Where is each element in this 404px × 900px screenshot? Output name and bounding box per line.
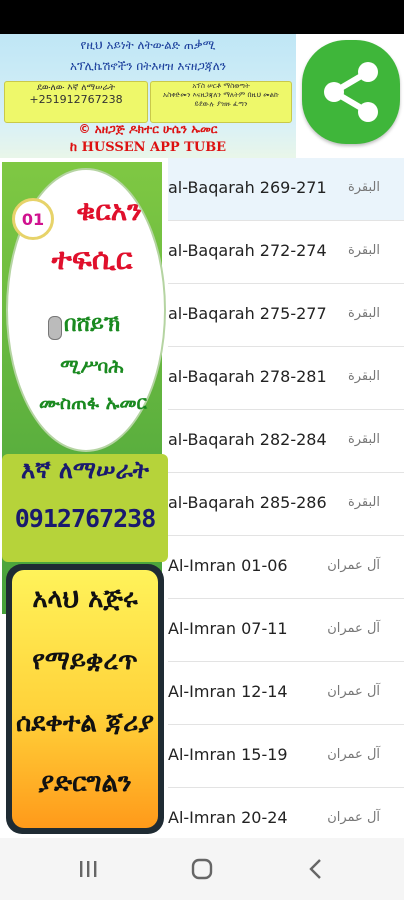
lesson-list[interactable]: al-Baqarah 269-271 البقرة al-Baqarah 272-…	[168, 158, 404, 838]
list-item-arabic: البقرة	[347, 432, 380, 447]
dua-panel: አላህ አጅሩ የማይቋረጥ ሰደቀተል ጃሪያ ያድርግልን	[6, 564, 164, 834]
list-item[interactable]: al-Baqarah 278-281 البقرة	[168, 347, 404, 410]
list-item[interactable]: Al-Imran 01-06 آل عمران	[168, 536, 404, 599]
home-icon	[191, 858, 213, 880]
contact-panel: እኛ ለማሠራት 0912767238	[2, 454, 168, 562]
promo-banner[interactable]: የዚህ አይነት ለትውልድ ጠቃሚ አፕሊኬሽኖችን በትእዛዝ እናዘጋጃለ…	[0, 34, 296, 158]
list-item-arabic: البقرة	[347, 180, 380, 195]
banner-info-3: ይደውሉ ያዝዙ ፈጣን	[194, 100, 248, 108]
list-item[interactable]: Al-Imran 07-11 آل عمران	[168, 599, 404, 662]
list-item-arabic: البقرة	[347, 306, 380, 321]
list-item-title: Al-Imran 15-19	[168, 745, 288, 764]
nav-home-button[interactable]	[182, 854, 222, 884]
share-button[interactable]	[302, 40, 400, 144]
list-item-title: al-Baqarah 269-271	[168, 178, 327, 197]
dua-line-3: ሰደቀተል ጃሪያ	[16, 708, 154, 738]
dua-line-4: ያድርግልን	[38, 768, 132, 798]
list-item-title: al-Baqarah 278-281	[168, 367, 327, 386]
sheikh-name-2: ሙስጠፋ ኡመር	[38, 392, 148, 414]
share-icon	[324, 62, 378, 122]
list-item-title: Al-Imran 12-14	[168, 682, 288, 701]
list-item[interactable]: al-Baqarah 272-274 البقرة	[168, 221, 404, 284]
nav-recent-button[interactable]	[68, 854, 108, 884]
list-item-arabic: البقرة	[347, 369, 380, 384]
list-item-title: al-Baqarah 272-274	[168, 241, 327, 260]
list-item-title: al-Baqarah 282-284	[168, 430, 327, 449]
list-item[interactable]: al-Baqarah 282-284 البقرة	[168, 410, 404, 473]
back-icon	[309, 859, 321, 879]
list-item-arabic: آل عمران	[327, 684, 380, 699]
banner-publisher: ከ HUSSEN APP TUBE	[69, 140, 227, 155]
list-item-arabic: آل عمران	[327, 621, 380, 636]
list-item[interactable]: al-Baqarah 269-271 البقرة	[168, 158, 404, 221]
by-sheikh: በሸይኽ	[64, 312, 120, 337]
banner-info-2: አስቀድመን እናዘጋጃለን ማለትም በዚህ መልኩ	[162, 91, 280, 99]
list-item-arabic: البقرة	[347, 243, 380, 258]
banner-info-1: አፕስ ሠርቶ ማስወጣት	[192, 82, 250, 90]
title-quran: ቁርአን	[76, 194, 142, 227]
nav-back-button[interactable]	[296, 854, 336, 884]
recent-apps-icon	[80, 861, 97, 877]
list-item-arabic: البقرة	[347, 495, 380, 510]
list-item-title: Al-Imran 07-11	[168, 619, 288, 638]
contact-phone: 0912767238	[14, 504, 157, 533]
list-item-arabic: آل عمران	[327, 747, 380, 762]
title-circle: 01 ቁርአን ተፍሲር በሸይኽ ሚሥባሕ ሙስጠፋ ኡመር	[6, 168, 166, 452]
sheikh-name-1: ሚሥባሕ	[60, 356, 124, 378]
microphone-icon	[48, 316, 62, 340]
list-item-title: al-Baqarah 275-277	[168, 304, 327, 323]
list-item[interactable]: al-Baqarah 285-286 البقرة	[168, 473, 404, 536]
banner-line-2: አፕሊኬሽኖችን በትእዛዝ እናዘጋጃለን	[69, 59, 227, 73]
banner-line-1: የዚህ አይነት ለትውልድ ጠቃሚ	[80, 38, 216, 52]
contact-label: እኛ ለማሠራት	[21, 456, 149, 484]
list-item[interactable]: al-Baqarah 275-277 البقرة	[168, 284, 404, 347]
list-item[interactable]: Al-Imran 20-24 آل عمران	[168, 788, 404, 838]
list-item-title: al-Baqarah 285-286	[168, 493, 327, 512]
side-artwork: 01 ቁርአን ተፍሲር በሸይኽ ሚሥባሕ ሙስጠፋ ኡመር እኛ ለማሠራት…	[0, 158, 168, 838]
banner-contact-box: ደውለው እኛ ለማሠራት +251912767238	[4, 81, 148, 123]
system-nav-bar	[0, 838, 404, 900]
dua-line-1: አላህ አጅሩ	[32, 584, 138, 614]
banner-author: © አዘጋጅ ዶክተር ሁሴን ኡመር	[78, 122, 218, 136]
banner-info-box: አፕስ ሠርቶ ማስወጣት አስቀድመን እናዘጋጃለን ማለትም በዚህ መል…	[150, 81, 292, 123]
status-bar	[0, 0, 404, 34]
list-item[interactable]: Al-Imran 12-14 آل عمران	[168, 662, 404, 725]
list-item[interactable]: Al-Imran 15-19 آل عمران	[168, 725, 404, 788]
dua-panel-inner: አላህ አጅሩ የማይቋረጥ ሰደቀተል ጃሪያ ያድርግልን	[12, 570, 158, 828]
title-tafsir: ተፍሲር	[51, 242, 133, 277]
banner-contact-phone: +251912767238	[29, 93, 123, 106]
dua-line-2: የማይቋረጥ	[32, 646, 138, 676]
list-item-arabic: آل عمران	[327, 810, 380, 825]
volume-badge: 01	[12, 198, 54, 240]
list-item-title: Al-Imran 20-24	[168, 808, 288, 827]
list-item-title: Al-Imran 01-06	[168, 556, 288, 575]
list-item-arabic: آل عمران	[327, 558, 380, 573]
